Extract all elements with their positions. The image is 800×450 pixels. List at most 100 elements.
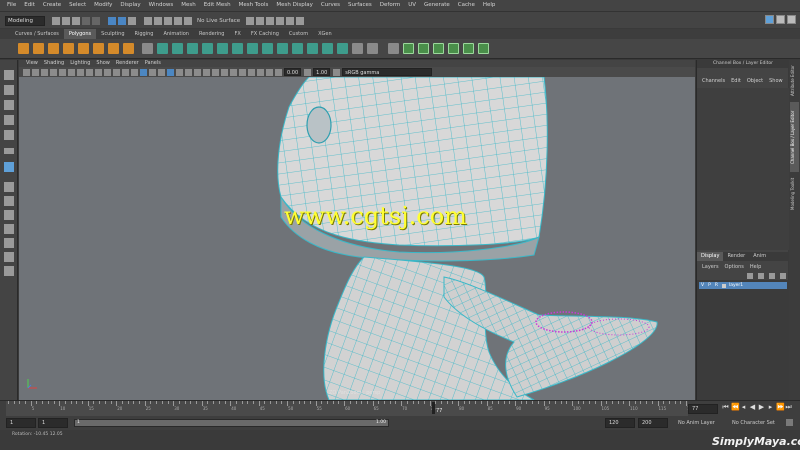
shelf-tab-fx[interactable]: FX (230, 29, 246, 39)
layer-menu-help[interactable]: Help (747, 264, 764, 270)
play-backward-icon[interactable]: ◀ (749, 404, 756, 411)
shadows-icon[interactable] (194, 68, 201, 76)
wireframe-on-shaded-icon[interactable] (167, 68, 174, 76)
current-time-marker[interactable] (432, 402, 435, 414)
snap-curve-icon[interactable] (154, 17, 162, 25)
auto-key-icon[interactable] (786, 419, 793, 426)
rotate-tool-icon[interactable] (4, 130, 14, 140)
perspective-viewport[interactable]: www.cgtsj.com ZO PanZoom : persp (19, 77, 695, 400)
layout-outliner-icon[interactable] (787, 15, 796, 24)
sew-uv-icon[interactable] (418, 43, 429, 54)
use-all-lights-icon[interactable] (185, 68, 192, 76)
time-slider[interactable]: 5101520253035404550556065707580859095100… (0, 400, 800, 417)
panel-menu-view[interactable]: View (23, 60, 41, 67)
channel-menu-edit[interactable]: Edit (728, 78, 744, 84)
grid-icon[interactable] (77, 68, 84, 76)
screen-space-ao-icon[interactable] (203, 68, 210, 76)
resolution-gate-icon[interactable] (95, 68, 102, 76)
menu-display[interactable]: Display (116, 0, 144, 11)
shelf-tab-animation[interactable]: Animation (158, 29, 194, 39)
layer-visibility-toggle[interactable]: V (701, 282, 704, 289)
shelf-tab-rendering[interactable]: Rendering (194, 29, 230, 39)
color-space-dropdown[interactable]: sRGB gamma (342, 68, 433, 76)
multi-cut-icon[interactable] (307, 43, 318, 54)
time-ticks[interactable]: 5101520253035404550556065707580859095100… (6, 401, 695, 417)
history-icon[interactable] (246, 17, 255, 25)
view-transform-icon[interactable] (333, 68, 341, 76)
safe-title-icon[interactable] (131, 68, 138, 76)
shelf-tab-fx-caching[interactable]: FX Caching (246, 29, 284, 39)
mirror-icon[interactable] (202, 43, 213, 54)
redo-icon[interactable] (92, 17, 100, 25)
shelf-tab-polygons[interactable]: Polygons (63, 29, 97, 39)
snap-grid-icon[interactable] (144, 17, 152, 25)
play-forward-icon[interactable]: ▶ (758, 404, 765, 411)
step-forward-frame-icon[interactable]: ▸ (767, 404, 774, 411)
unfold-uv-icon[interactable] (433, 43, 444, 54)
make-live-icon[interactable] (184, 17, 192, 25)
snap-point-icon[interactable] (164, 17, 172, 25)
menu-mesh[interactable]: Mesh (177, 0, 199, 11)
open-scene-icon[interactable] (62, 17, 70, 25)
default-material-icon[interactable] (158, 68, 165, 76)
four-view-layout-icon[interactable] (4, 196, 14, 206)
poly-disc-icon[interactable] (108, 43, 119, 54)
single-perspective-layout-icon[interactable] (4, 182, 14, 192)
wireframe-icon[interactable] (140, 68, 147, 76)
shelf-tab-sculpting[interactable]: Sculpting (96, 29, 129, 39)
textured-icon[interactable] (176, 68, 183, 76)
custom-layout-icon[interactable] (4, 266, 14, 276)
render-view-icon[interactable] (256, 17, 265, 25)
menu-select[interactable]: Select (65, 0, 90, 11)
extrude-icon[interactable] (217, 43, 228, 54)
combine-icon[interactable] (142, 43, 153, 54)
menu-mesh-tools[interactable]: Mesh Tools (235, 0, 273, 11)
menu-cache[interactable]: Cache (454, 0, 479, 11)
ipr-icon[interactable] (276, 17, 285, 25)
bevel-icon[interactable] (247, 43, 258, 54)
render-icon[interactable] (266, 17, 275, 25)
playback-end-field[interactable]: 120 (605, 418, 635, 428)
image-plane-icon[interactable] (50, 68, 57, 76)
last-tool-icon[interactable] (4, 162, 14, 172)
smooth-icon[interactable] (172, 43, 183, 54)
auto-seams-icon[interactable] (463, 43, 474, 54)
menu-edit[interactable]: Edit (20, 0, 39, 11)
xray-joints-icon[interactable] (257, 68, 264, 76)
smooth-shade-icon[interactable] (149, 68, 156, 76)
undo-icon[interactable] (82, 17, 90, 25)
lasso-tool-icon[interactable] (4, 85, 14, 95)
poly-plane-icon[interactable] (93, 43, 104, 54)
poly-torus-icon[interactable] (78, 43, 89, 54)
target-weld-icon[interactable] (337, 43, 348, 54)
channel-menu-channels[interactable]: Channels (699, 78, 728, 84)
gamma-icon[interactable] (304, 68, 312, 76)
shelf-tab-rigging[interactable]: Rigging (130, 29, 159, 39)
xray-icon[interactable] (248, 68, 255, 76)
menu-windows[interactable]: Windows (145, 0, 178, 11)
move-layer-up-icon[interactable] (747, 273, 753, 279)
render-settings-icon[interactable] (286, 17, 295, 25)
shelf-tab-xgen[interactable]: XGen (313, 29, 337, 39)
poly-sphere-icon[interactable] (18, 43, 29, 54)
modeling-toolkit-tab[interactable]: Modeling Toolkit (790, 174, 799, 214)
character-set-dropdown[interactable]: No Character Set (732, 420, 775, 426)
poly-cylinder-icon[interactable] (48, 43, 59, 54)
new-scene-icon[interactable] (52, 17, 60, 25)
normalize-uv-icon[interactable] (478, 43, 489, 54)
select-tool-icon[interactable] (4, 70, 14, 80)
2d-pan-zoom-icon[interactable] (59, 68, 66, 76)
move-tool-icon[interactable] (4, 115, 14, 125)
channel-box-tab[interactable]: Channel Box / Layer Editor (790, 102, 799, 172)
grease-pencil-icon[interactable] (68, 68, 75, 76)
channel-menu-show[interactable]: Show (766, 78, 786, 84)
menu-edit-mesh[interactable]: Edit Mesh (200, 0, 235, 11)
persp-hypershade-layout-icon[interactable] (4, 238, 14, 248)
poly-cube-icon[interactable] (33, 43, 44, 54)
quad-draw-icon[interactable] (352, 43, 363, 54)
channel-menu-object[interactable]: Object (744, 78, 766, 84)
menu-surfaces[interactable]: Surfaces (344, 0, 376, 11)
menu-curves[interactable]: Curves (317, 0, 344, 11)
layout-single-icon[interactable] (765, 15, 774, 24)
menu-set-dropdown[interactable]: Modeling (5, 16, 45, 26)
